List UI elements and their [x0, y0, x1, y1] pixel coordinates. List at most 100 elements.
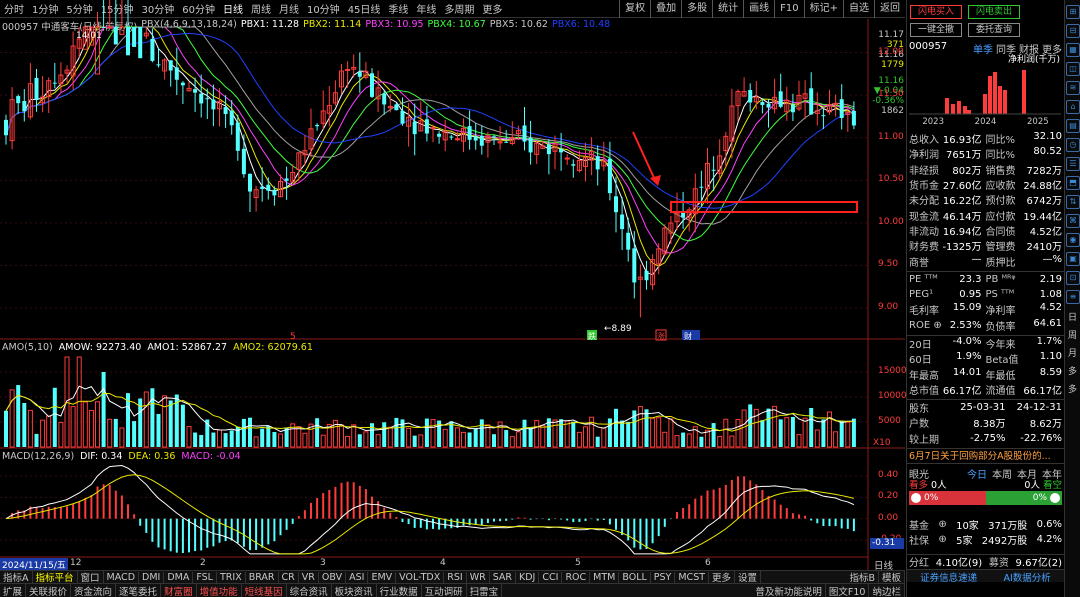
candle[interactable] [650, 254, 656, 290]
toolbar-icon-14[interactable]: ⊡ [1066, 271, 1080, 285]
fin-tab-1[interactable]: 同季 [996, 41, 1016, 56]
candle[interactable] [4, 114, 8, 145]
candle[interactable] [40, 76, 46, 113]
candle[interactable] [9, 87, 15, 150]
toolbar-icon-0[interactable]: ⊞ [1066, 5, 1080, 19]
candle[interactable] [509, 121, 515, 146]
candle[interactable] [199, 74, 204, 118]
candle[interactable] [332, 80, 338, 106]
candle[interactable] [614, 176, 618, 233]
toolbar-icon-12[interactable]: ◉ [1066, 233, 1080, 247]
sentiment-tab-2[interactable]: 本月 [1017, 466, 1037, 481]
candle[interactable] [382, 90, 387, 115]
candle[interactable] [430, 124, 436, 143]
candle[interactable] [315, 123, 320, 131]
fin-tab-0[interactable]: 单季 [973, 41, 993, 56]
indicator-tab-7[interactable]: TRIX [217, 571, 246, 583]
candle[interactable] [681, 191, 686, 229]
fin-tab-2[interactable]: 财报 [1019, 41, 1039, 56]
candle[interactable] [637, 264, 643, 318]
indicator-right-tab-1[interactable]: 模板 [879, 570, 905, 584]
candle[interactable] [741, 77, 747, 97]
ext-tab-5[interactable]: 增值功能 [197, 583, 242, 597]
indicator-tab-4[interactable]: DMI [139, 571, 165, 583]
ext-tab-3[interactable]: 逐笔委托 [116, 583, 162, 597]
candle[interactable] [186, 81, 192, 92]
candle[interactable] [52, 62, 57, 89]
ext-right-tab-1[interactable]: 图文F10 [826, 583, 870, 597]
candle[interactable] [851, 101, 856, 130]
ext-tab-6[interactable]: 短线基因 [242, 583, 287, 597]
footer-news-link[interactable]: 证券信息速递 [920, 570, 977, 584]
candle[interactable] [412, 103, 417, 156]
candle[interactable] [138, 27, 143, 59]
indicator-tab-18[interactable]: KDJ [516, 571, 540, 583]
indicator-tab-21[interactable]: MTM [590, 571, 620, 583]
candle[interactable] [711, 156, 716, 192]
candle[interactable] [534, 141, 540, 164]
ext-tab-1[interactable]: 关联报价 [26, 583, 72, 597]
indicator-tab-11[interactable]: OBV [319, 571, 347, 583]
ext-right-tab-2[interactable]: 纳边栏 [869, 583, 905, 597]
toolbar-icon-10[interactable]: ⇅ [1066, 195, 1080, 209]
candle[interactable] [473, 123, 478, 150]
candle[interactable] [772, 78, 778, 114]
indicator-tab-26[interactable]: 设置 [735, 570, 762, 584]
candle[interactable] [162, 58, 168, 80]
indicator-tab-6[interactable]: FSL [193, 571, 217, 583]
candle[interactable] [589, 137, 595, 176]
toolbar-icon-11[interactable]: ⌘ [1066, 214, 1080, 228]
toolbar-icon-3[interactable]: ◫ [1066, 62, 1080, 76]
toolbar-icon-7[interactable]: ◷ [1066, 138, 1080, 152]
toolbar-icon-13[interactable]: ▣ [1066, 252, 1080, 266]
candle[interactable] [821, 108, 826, 130]
indicator-tab-8[interactable]: BRAR [246, 571, 279, 583]
candle[interactable] [809, 72, 814, 115]
candle[interactable] [766, 98, 771, 128]
toolbar-icon-5[interactable]: ⌂ [1066, 100, 1080, 114]
candle[interactable] [418, 101, 424, 132]
ext-tab-0[interactable]: 扩展 [0, 583, 27, 597]
candle[interactable] [796, 80, 802, 111]
candle[interactable] [528, 120, 533, 165]
kline-chart[interactable]: 14.01 ←8.89 跌 涨 财 5 [0, 0, 905, 570]
fin-tab-3[interactable]: 更多 [1042, 41, 1062, 56]
candle[interactable] [119, 0, 125, 35]
toolbar-period-icon-1[interactable]: 周 [1065, 327, 1080, 345]
ext-tab-9[interactable]: 行业数据 [377, 583, 422, 597]
candle[interactable] [839, 84, 844, 130]
indicator-tab-13[interactable]: EMV [368, 571, 397, 583]
indicator-tab-14[interactable]: VOL-TDX [396, 571, 445, 583]
sentiment-tab-1[interactable]: 本周 [992, 466, 1012, 481]
toolbar-icon-6[interactable]: ▤ [1066, 119, 1080, 133]
toolbar-period-icon-2[interactable]: 月 [1065, 345, 1080, 363]
ext-tab-2[interactable]: 资金流向 [71, 583, 117, 597]
indicator-tab-15[interactable]: RSI [444, 571, 467, 583]
candle[interactable] [571, 159, 576, 178]
candle[interactable] [320, 90, 326, 130]
candle[interactable] [180, 81, 185, 105]
candle[interactable] [748, 83, 753, 112]
cancel-all-button[interactable]: 一键全撤 [910, 23, 962, 37]
indicator-tab-12[interactable]: ASI [346, 571, 369, 583]
toolbar-icon-15[interactable]: ≡ [1066, 290, 1080, 304]
candle[interactable] [101, 0, 106, 28]
ext-tab-4[interactable]: 财富圈 [161, 583, 197, 597]
indicator-tab-16[interactable]: WR [467, 571, 490, 583]
candle[interactable] [723, 131, 729, 168]
candle[interactable] [729, 88, 735, 159]
candle[interactable] [16, 94, 21, 114]
candle[interactable] [576, 150, 582, 173]
sentiment-tab-3[interactable]: 本年 [1042, 466, 1062, 481]
candle[interactable] [248, 173, 252, 212]
candle[interactable] [461, 118, 466, 153]
candle[interactable] [223, 95, 228, 128]
order-query-button[interactable]: 委托查询 [968, 23, 1020, 37]
candle[interactable] [357, 52, 362, 93]
candle[interactable] [27, 63, 33, 120]
indicator-tab-23[interactable]: PSY [651, 571, 676, 583]
quick-sell-button[interactable]: 闪电卖出 [968, 5, 1020, 19]
ext-tab-8[interactable]: 板块资讯 [332, 583, 377, 597]
candle[interactable] [717, 139, 723, 180]
candle[interactable] [296, 152, 302, 181]
